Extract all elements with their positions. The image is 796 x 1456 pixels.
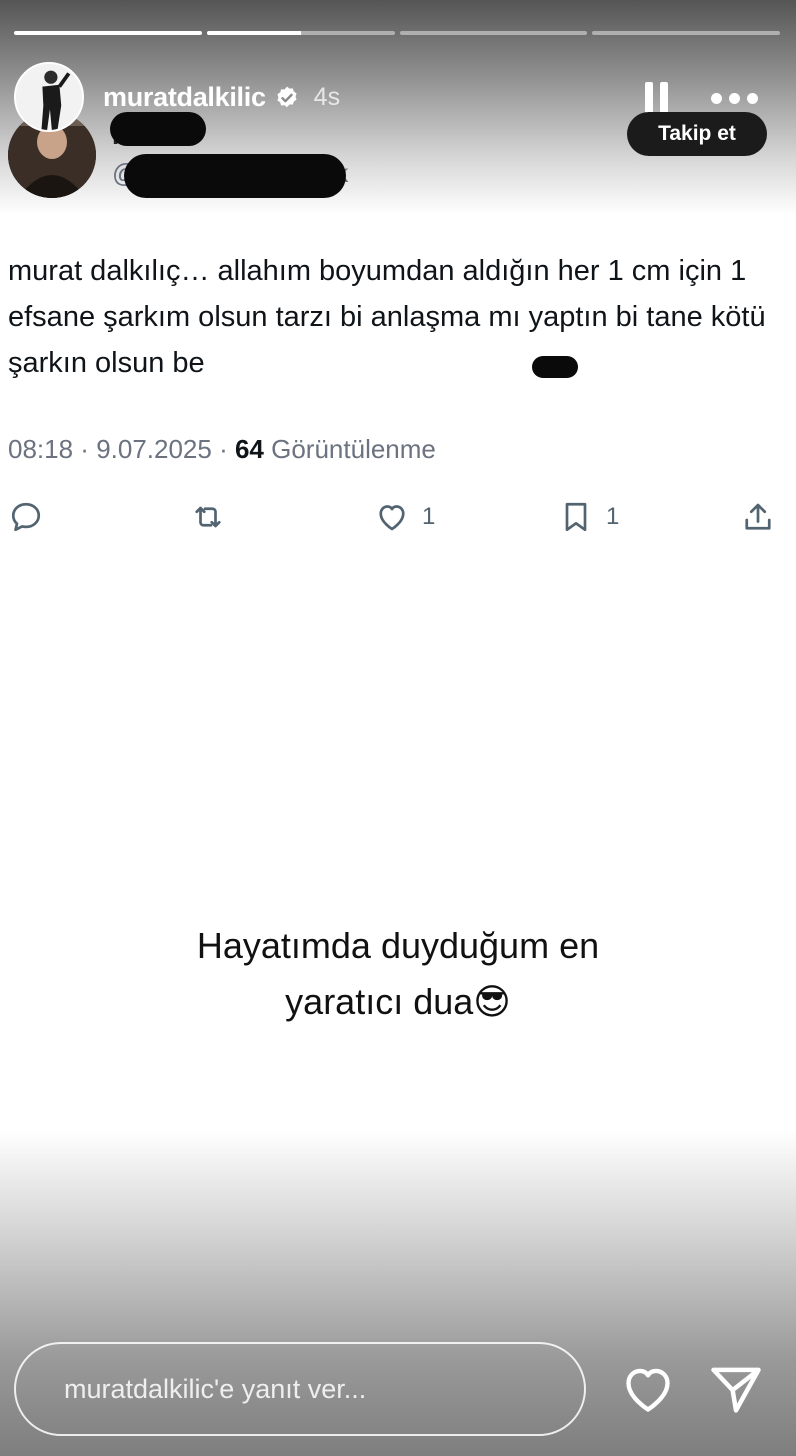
bookmark-icon — [565, 502, 587, 532]
tweet-actions: 1 1 — [0, 495, 796, 539]
sunglasses-emoji-icon: 😎 — [473, 981, 511, 1022]
reply-action[interactable] — [8, 495, 44, 539]
caption-line: yaratıcı dua😎 — [0, 974, 796, 1030]
comment-icon — [11, 502, 41, 532]
share-icon — [745, 503, 771, 530]
redaction-mark — [110, 112, 206, 146]
verified-badge-icon — [277, 86, 297, 107]
like-action[interactable]: 1 — [374, 495, 435, 539]
retweet-icon — [195, 506, 221, 528]
progress-segment — [399, 31, 588, 35]
bookmark-action[interactable]: 1 — [558, 495, 619, 539]
progress-segment — [592, 31, 780, 35]
tweet-date: 9.07.2025 — [96, 434, 212, 464]
send-icon[interactable] — [709, 1364, 763, 1414]
tweet-text: murat dalkılıç… allahım boyumdan aldığın… — [8, 255, 766, 379]
story-avatar[interactable] — [14, 62, 84, 132]
bookmark-count: 1 — [606, 503, 620, 530]
follow-button[interactable]: Takip et — [627, 112, 767, 156]
reply-input[interactable] — [62, 1372, 546, 1406]
caption-line: Hayatımda duyduğum en — [196, 925, 600, 966]
share-action[interactable] — [740, 495, 776, 539]
story-age: 4s — [313, 83, 341, 111]
progress-segment — [14, 31, 202, 35]
redaction-mark — [532, 356, 578, 378]
pause-icon[interactable] — [645, 82, 669, 114]
like-story-heart-icon[interactable] — [622, 1366, 674, 1414]
retweet-action[interactable] — [190, 495, 226, 539]
story-header: muratdalkilic 4s — [103, 82, 340, 113]
story-caption: Hayatımda duyduğum en yaratıcı dua😎 — [0, 918, 796, 1030]
more-options-icon[interactable] — [711, 88, 761, 108]
reply-field[interactable] — [14, 1342, 586, 1436]
like-count: 1 — [422, 503, 436, 530]
heart-icon — [379, 505, 405, 531]
redaction-mark — [124, 154, 346, 198]
views-label: Görüntülenme — [271, 434, 436, 464]
views-count: 64 — [234, 434, 264, 464]
tweet-time: 08:18 — [8, 434, 74, 464]
story-username[interactable]: muratdalkilic — [103, 82, 266, 113]
caption-line-text: yaratıcı dua — [285, 981, 474, 1022]
progress-segment — [206, 31, 395, 35]
tweet-meta: 08:18 · 9.07.2025 · 64 Görüntülenme — [8, 434, 436, 464]
story-progress — [14, 31, 780, 35]
